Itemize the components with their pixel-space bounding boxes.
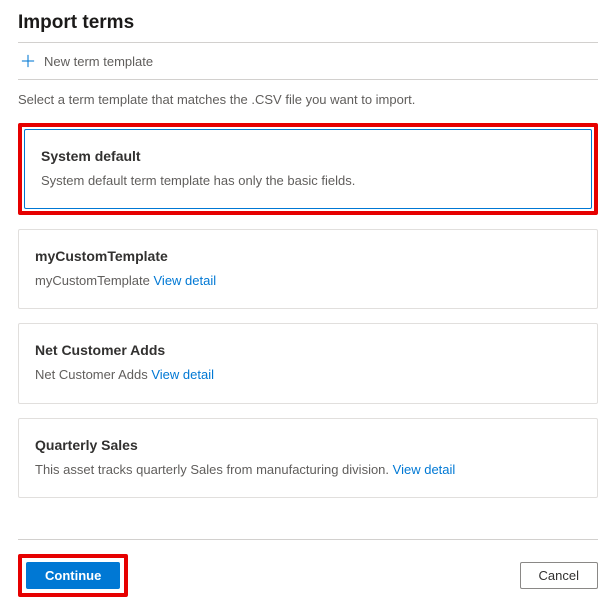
view-detail-link[interactable]: View detail (151, 367, 214, 382)
template-list: System default System default term templa… (18, 123, 598, 498)
highlight-box: System default System default term templa… (18, 123, 598, 215)
footer-divider (18, 539, 598, 540)
template-description: Net Customer Adds View detail (35, 366, 581, 384)
template-description-text: Net Customer Adds (35, 367, 148, 382)
template-title: System default (41, 148, 575, 164)
toolbar-divider (18, 79, 598, 80)
template-description-text: This asset tracks quarterly Sales from m… (35, 462, 389, 477)
template-card[interactable]: Net Customer AddsNet Customer Adds View … (18, 323, 598, 403)
instruction-text: Select a term template that matches the … (18, 92, 598, 107)
view-detail-link[interactable]: View detail (154, 273, 217, 288)
template-card[interactable]: myCustomTemplatemyCustomTemplate View de… (18, 229, 598, 309)
template-description: This asset tracks quarterly Sales from m… (35, 461, 581, 479)
template-title: myCustomTemplate (35, 248, 581, 264)
template-card[interactable]: System default System default term templa… (24, 129, 592, 209)
template-title: Quarterly Sales (35, 437, 581, 453)
new-term-template-label: New term template (44, 54, 153, 69)
new-term-template-button[interactable]: New term template (18, 43, 598, 79)
page-title: Import terms (18, 12, 598, 34)
template-description-text: System default term template has only th… (41, 173, 355, 188)
template-description-text: myCustomTemplate (35, 273, 150, 288)
template-description: System default term template has only th… (41, 172, 575, 190)
template-description: myCustomTemplate View detail (35, 272, 581, 290)
cancel-button[interactable]: Cancel (520, 562, 598, 589)
template-card[interactable]: Quarterly Sales This asset tracks quarter… (18, 418, 598, 498)
highlight-box: Continue (18, 554, 128, 597)
view-detail-link[interactable]: View detail (393, 462, 456, 477)
footer-row: Continue Cancel (18, 554, 598, 597)
continue-button[interactable]: Continue (26, 562, 120, 589)
plus-icon (20, 53, 36, 69)
footer: Continue Cancel (18, 539, 598, 597)
template-title: Net Customer Adds (35, 342, 581, 358)
